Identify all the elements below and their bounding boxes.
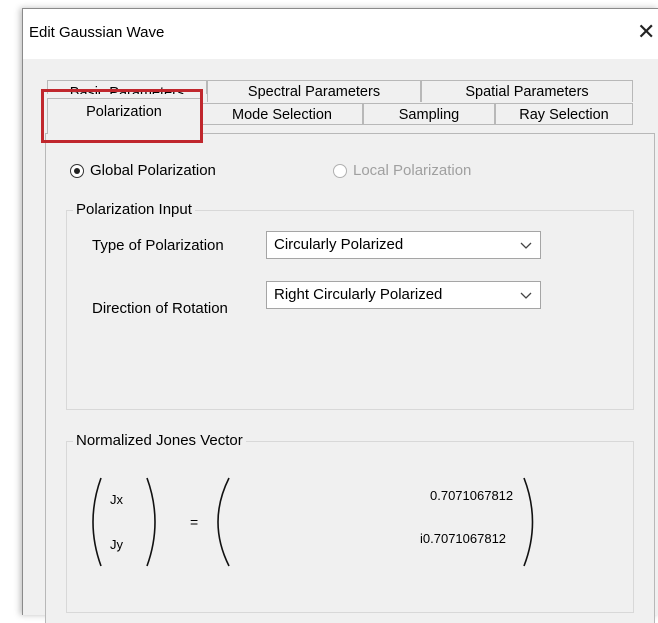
jones-vector-brackets <box>92 477 534 567</box>
tab-mode-selection[interactable]: Mode Selection <box>201 103 363 125</box>
tab-spatial-parameters[interactable]: Spatial Parameters <box>421 80 633 102</box>
tab-sampling[interactable]: Sampling <box>363 103 495 125</box>
radio-selected-icon <box>70 163 84 178</box>
right-paren-icon <box>523 477 534 567</box>
polarization-tab-highlight <box>41 89 203 143</box>
global-polarization-label: Global Polarization <box>90 162 216 179</box>
title-bar: Edit Gaussian Wave ✕ <box>23 9 658 59</box>
left-paren-icon <box>92 477 102 567</box>
polarization-panel: Global Polarization Local Polarization P… <box>45 133 655 623</box>
jx-label: Jx <box>110 492 123 507</box>
direction-of-rotation-value: Right Circularly Polarized <box>274 286 443 303</box>
jx-value: 0.7071067812 <box>430 488 514 503</box>
direction-of-rotation-select[interactable]: Right Circularly Polarized <box>266 281 541 309</box>
chevron-down-icon <box>520 242 532 249</box>
tab-ray-selection[interactable]: Ray Selection <box>495 103 633 125</box>
chevron-down-icon <box>520 292 532 299</box>
close-icon[interactable]: ✕ <box>637 18 655 46</box>
polarization-input-heading: Polarization Input <box>73 201 195 218</box>
direction-of-rotation-label: Direction of Rotation <box>92 300 228 317</box>
type-of-polarization-value: Circularly Polarized <box>274 236 404 253</box>
jy-label: Jy <box>110 537 123 552</box>
jy-value: i0.7071067812 <box>420 531 507 546</box>
edit-gaussian-wave-dialog: Edit Gaussian Wave ✕ Basic Parameters Sp… <box>22 8 658 623</box>
right-paren-icon <box>146 477 156 567</box>
radio-unselected-icon <box>333 163 347 178</box>
type-of-polarization-select[interactable]: Circularly Polarized <box>266 231 541 259</box>
tab-spectral-parameters[interactable]: Spectral Parameters <box>207 80 421 102</box>
equals-sign: = <box>190 514 199 530</box>
local-polarization-radio: Local Polarization <box>333 162 471 179</box>
type-of-polarization-label: Type of Polarization <box>92 237 224 254</box>
window-title: Edit Gaussian Wave <box>29 24 165 41</box>
global-polarization-radio[interactable]: Global Polarization <box>70 162 216 179</box>
left-paren-icon <box>217 477 230 567</box>
polarization-input-group: Polarization Input Type of Polarization … <box>66 201 634 410</box>
jones-vector-group: Normalized Jones Vector Jx Jy = 0.707106… <box>66 432 634 613</box>
local-polarization-label: Local Polarization <box>353 162 472 179</box>
